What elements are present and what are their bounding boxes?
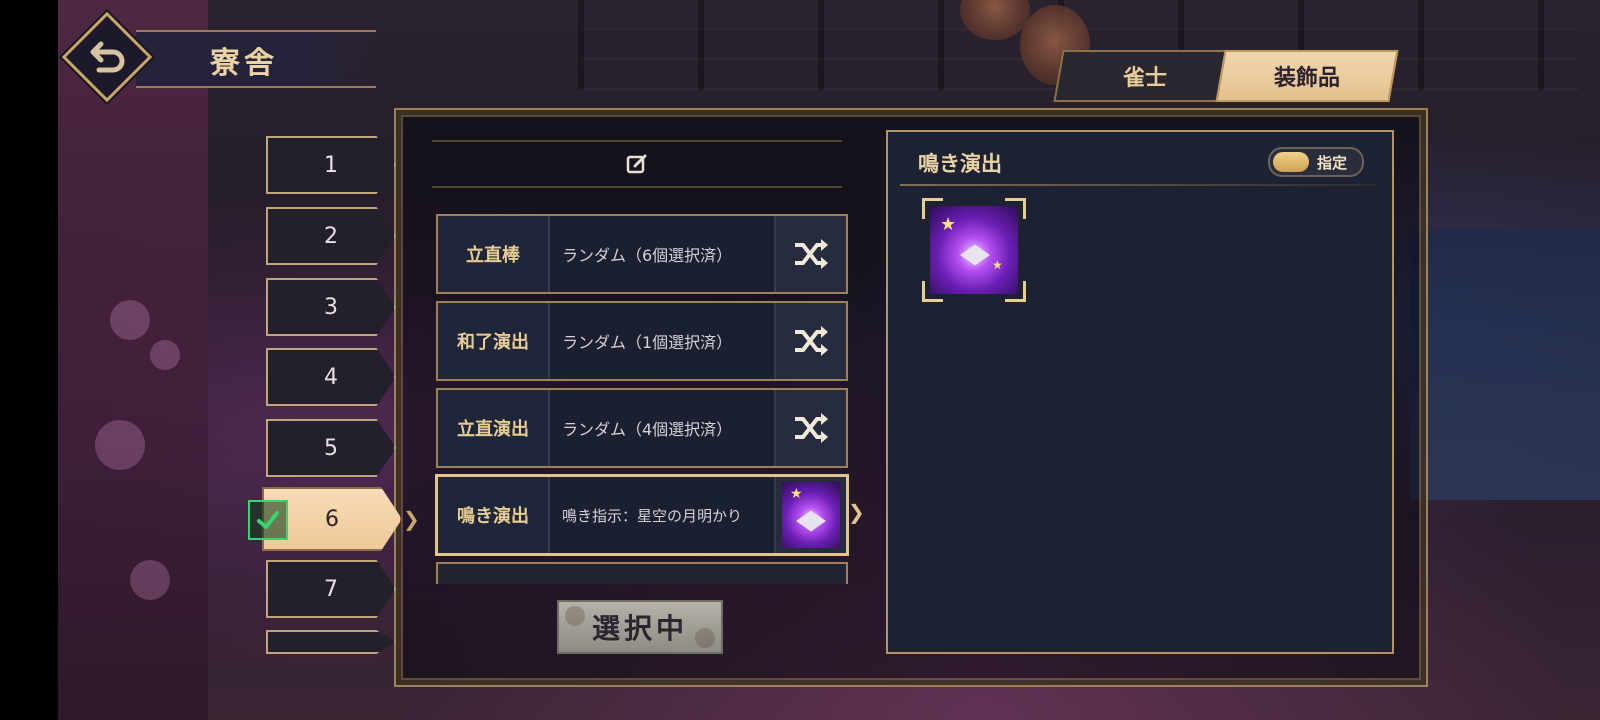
item-thumbnail: ★ (782, 482, 840, 548)
chevron-right-icon: ❯ (403, 507, 420, 531)
tab-label: 装飾品 (1273, 65, 1340, 91)
specify-toggle[interactable]: 指定 (1268, 147, 1364, 177)
blossom-decoration (110, 300, 150, 340)
item-card[interactable]: ★ ★ (922, 198, 1026, 302)
back-arrow-icon (90, 41, 125, 73)
blossom-decoration (130, 560, 170, 600)
setting-label: 和了演出 (438, 303, 550, 379)
star-icon: ★ (992, 258, 1003, 272)
slot-item-8[interactable] (266, 630, 396, 654)
shuffle-icon (795, 239, 828, 269)
slot-item-5[interactable]: 5 (266, 419, 396, 477)
slot-item-7[interactable]: 7 (266, 560, 396, 618)
setting-label: 鳴き演出 (438, 477, 550, 553)
star-icon: ★ (940, 214, 957, 235)
setting-value: ランダム（1個選択済） (550, 303, 774, 379)
item-image: ★ ★ (930, 206, 1018, 294)
setting-row-riichi-effect[interactable]: 立直演出 ランダム（4個選択済） (436, 388, 848, 468)
shuffle-button[interactable] (774, 216, 846, 292)
setting-row-partial[interactable] (436, 562, 848, 584)
slot-item-2[interactable]: 2 (266, 207, 396, 265)
edit-icon (626, 154, 647, 174)
toggle-knob (1273, 152, 1309, 172)
slot-label: 6 (325, 506, 339, 532)
setting-label: 立直演出 (438, 390, 550, 466)
cube-icon (960, 244, 990, 266)
selected-label: 選択中 (591, 612, 688, 645)
blossom-decoration (95, 420, 145, 470)
background-window (1410, 230, 1600, 500)
setting-value: ランダム（4個選択済） (550, 390, 774, 466)
slot-label: 7 (324, 576, 338, 602)
slot-label: 4 (324, 364, 338, 390)
page-title: 寮舎 (210, 46, 278, 81)
shuffle-button[interactable] (774, 303, 846, 379)
setting-value: 鳴き指示：星空の月明かり (550, 477, 774, 553)
slot-label: 1 (324, 152, 338, 178)
cube-icon (796, 510, 826, 532)
slot-label: 3 (324, 294, 338, 320)
slot-item-4[interactable]: 4 (266, 348, 396, 406)
panel-title: 鳴き演出 (918, 152, 1002, 176)
selected-button[interactable]: 選択中 (557, 600, 723, 654)
slot-label: 2 (324, 223, 338, 249)
setting-row-win-effect[interactable]: 和了演出 ランダム（1個選択済） (436, 301, 848, 381)
check-icon (248, 500, 288, 540)
toggle-label: 指定 (1317, 153, 1348, 172)
tab-accessories[interactable]: 装飾品 (1215, 50, 1399, 102)
chevron-right-icon: ❯ (848, 500, 865, 524)
slot-label: 5 (324, 435, 338, 461)
shuffle-icon (795, 326, 828, 356)
tab-label: 雀士 (1122, 65, 1167, 91)
setting-value: ランダム（6個選択済） (550, 216, 774, 292)
setting-label: 立直棒 (438, 216, 550, 292)
panel-divider (900, 184, 1376, 186)
shuffle-button[interactable] (774, 390, 846, 466)
rename-row[interactable] (432, 140, 842, 188)
star-icon: ★ (790, 486, 803, 502)
tab-jansi[interactable]: 雀士 (1053, 50, 1237, 102)
slot-item-1[interactable]: 1 (266, 136, 396, 194)
setting-row-call-effect[interactable]: 鳴き演出 鳴き指示：星空の月明かり ★ (436, 475, 848, 555)
slot-item-3[interactable]: 3 (266, 278, 396, 336)
blossom-decoration (150, 340, 180, 370)
call-effect-thumbnail[interactable]: ★ (774, 477, 846, 553)
background-wall (58, 0, 208, 720)
back-button[interactable] (61, 11, 153, 103)
shuffle-icon (795, 413, 828, 443)
setting-row-riichi-stick[interactable]: 立直棒 ランダム（6個選択済） (436, 214, 848, 294)
